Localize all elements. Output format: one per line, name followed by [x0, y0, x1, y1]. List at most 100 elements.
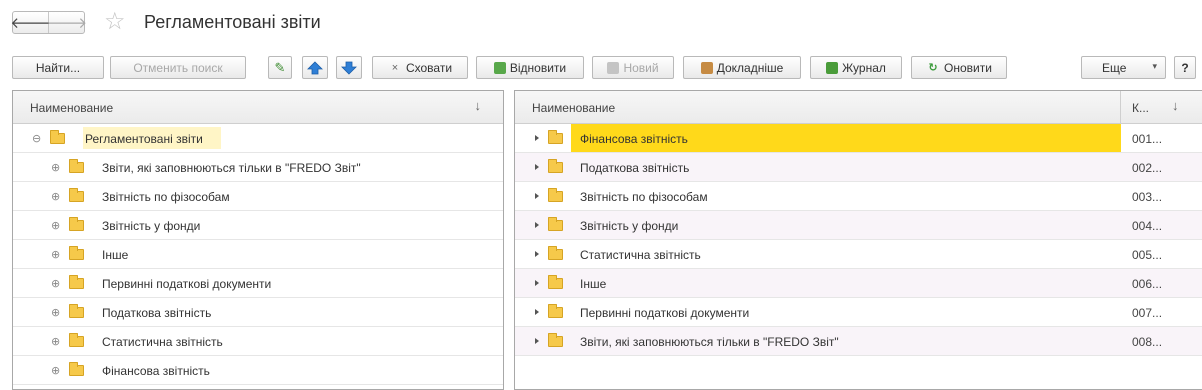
list-header: Наименование К... ↓ [515, 91, 1202, 124]
expand-icon[interactable]: ⊕ [51, 335, 60, 348]
tree-row[interactable]: ⊕ Звітність по фізособам [13, 182, 503, 211]
list-row-code: 006... [1132, 277, 1163, 291]
expand-arrow-icon[interactable] [535, 338, 539, 344]
edit-button[interactable]: ✎ [268, 56, 292, 79]
folder-icon [548, 130, 563, 144]
details-button[interactable]: Докладніше [683, 56, 801, 79]
expand-arrow-icon[interactable] [535, 251, 539, 257]
arrow-right-icon: 🡒 [46, 15, 88, 32]
expand-arrow-icon[interactable] [535, 193, 539, 199]
arrow-down-icon [341, 61, 357, 75]
star-icon[interactable]: ☆ [104, 8, 126, 36]
list-row-code: 001... [1132, 132, 1163, 146]
list-row[interactable]: Звітність у фонди 004... [515, 211, 1202, 240]
restore-button[interactable]: Відновити [476, 56, 584, 79]
expand-arrow-icon[interactable] [535, 164, 539, 170]
expand-icon[interactable]: ⊕ [51, 364, 60, 377]
expand-arrow-icon[interactable] [535, 309, 539, 315]
list-row-code: 002... [1132, 161, 1163, 175]
list-row-name: Фінансова звітність [580, 132, 688, 146]
tree-row-label: Звіти, які заповнюються тільки в "FREDO … [102, 161, 361, 175]
list-row[interactable]: Податкова звітність 002... [515, 153, 1202, 182]
list-row-name: Статистична звітність [580, 248, 701, 262]
tree-row[interactable]: ⊕ Первинні податкові документи [13, 269, 503, 298]
forward-button[interactable]: 🡒 [46, 12, 88, 33]
journal-button[interactable]: Журнал [810, 56, 902, 79]
folder-icon [548, 304, 563, 318]
panel-splitter[interactable] [504, 90, 514, 390]
journal-icon [826, 61, 839, 74]
folder-icon [548, 275, 563, 289]
list-row[interactable]: Звіти, які заповнюються тільки в "FREDO … [515, 327, 1202, 356]
chevron-down-icon: ▾ [1152, 61, 1157, 71]
sort-down-icon[interactable]: ↓ [475, 98, 482, 113]
tree-root-label: Регламентовані звіти [85, 132, 203, 146]
list-row[interactable]: Первинні податкові документи 007... [515, 298, 1202, 327]
expand-icon[interactable]: ⊕ [51, 306, 60, 319]
list-row-code: 003... [1132, 190, 1163, 204]
folder-icon [548, 159, 563, 173]
arrow-left-icon: 🡐 [10, 15, 51, 32]
title-bar: 🡐 🡒 ☆ Регламентовані звіти [0, 0, 1202, 48]
list-row-code: 005... [1132, 248, 1163, 262]
move-up-button[interactable] [302, 56, 328, 79]
folder-icon [69, 246, 84, 260]
folder-icon [69, 159, 84, 173]
tree-row-label: Звітність у фонди [102, 219, 201, 233]
list-row-code: 004... [1132, 219, 1163, 233]
hide-button[interactable]: × Сховати [372, 56, 468, 79]
tree-row-label: Первинні податкові документи [102, 277, 272, 291]
sort-down-icon[interactable]: ↓ [1172, 98, 1179, 113]
collapse-icon[interactable]: ⊖ [32, 132, 41, 145]
tree-header-name[interactable]: Наименование [30, 101, 113, 115]
move-down-button[interactable] [336, 56, 362, 79]
list-row-name: Звітність по фізособам [580, 190, 708, 204]
list-row-code: 008... [1132, 335, 1163, 349]
pencil-icon: ✎ [274, 59, 286, 75]
folder-icon [548, 217, 563, 231]
expand-arrow-icon[interactable] [535, 222, 539, 228]
refresh-icon: ↻ [928, 61, 938, 74]
help-button-label: ? [1181, 60, 1189, 75]
details-button-label: Докладніше [716, 60, 784, 75]
refresh-button[interactable]: ↻ Оновити [911, 56, 1007, 79]
more-menu-button[interactable]: Еще ▾ [1081, 56, 1166, 79]
tree-root-row[interactable]: ⊖ Регламентовані звіти [13, 124, 503, 153]
tree-row[interactable]: ⊕ Фінансова звітність [13, 356, 503, 385]
list-row-name: Інше [580, 277, 607, 291]
folder-icon [69, 275, 84, 289]
expand-icon[interactable]: ⊕ [51, 190, 60, 203]
expand-icon[interactable]: ⊕ [51, 248, 60, 261]
expand-arrow-icon[interactable] [535, 280, 539, 286]
tree-row[interactable]: ⊕ Статистична звітність [13, 327, 503, 356]
tree-row[interactable]: ⊕ Звіти, які заповнюються тільки в "FRED… [13, 153, 503, 182]
tree-row-label: Статистична звітність [102, 335, 223, 349]
cancel-search-label: Отменить поиск [133, 60, 223, 75]
folder-icon [69, 304, 84, 318]
expand-arrow-icon[interactable] [535, 135, 539, 141]
list-row[interactable]: Звітність по фізособам 003... [515, 182, 1202, 211]
find-button[interactable]: Найти... [12, 56, 104, 79]
list-header-code[interactable]: К... [1132, 101, 1149, 115]
new-button[interactable]: Новий [592, 56, 674, 79]
list-header-name[interactable]: Наименование [532, 101, 615, 115]
tree-row[interactable]: ⊕ Податкова звітність [13, 298, 503, 327]
folder-icon [69, 217, 84, 231]
list-row[interactable]: Статистична звітність 005... [515, 240, 1202, 269]
tree-row[interactable]: ⊕ Інше [13, 240, 503, 269]
toolbar: Найти... Отменить поиск ✎ × Сховати Відно… [0, 56, 1202, 80]
tree-row[interactable]: ⊕ Звітність у фонди [13, 211, 503, 240]
expand-icon[interactable]: ⊕ [51, 219, 60, 232]
expand-icon[interactable]: ⊕ [51, 161, 60, 174]
more-button-label: Еще [1102, 60, 1127, 75]
back-button[interactable]: 🡐 [10, 12, 51, 33]
expand-icon[interactable]: ⊕ [51, 277, 60, 290]
list-row-selected[interactable]: Фінансова звітність 001... [515, 124, 1202, 153]
folder-icon [548, 333, 563, 347]
folder-icon [50, 130, 65, 144]
list-row[interactable]: Інше 006... [515, 269, 1202, 298]
restore-button-label: Відновити [509, 60, 567, 75]
cancel-search-button[interactable]: Отменить поиск [110, 56, 246, 79]
column-separator[interactable] [1120, 91, 1121, 124]
help-button[interactable]: ? [1174, 56, 1196, 79]
